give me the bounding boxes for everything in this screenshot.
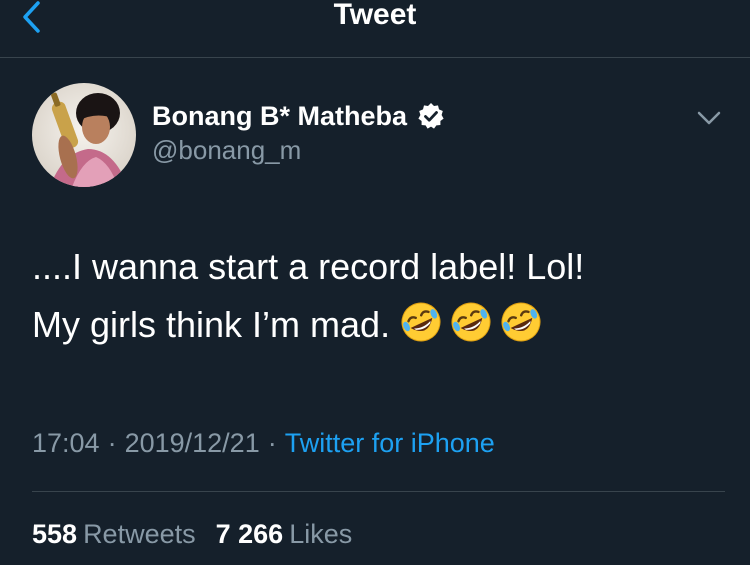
rolling-on-floor-laughing-emoji — [401, 302, 441, 342]
author-name-row[interactable]: Bonang B* Matheba — [152, 99, 445, 133]
tweet-date: 2019/12/21 — [124, 428, 260, 458]
retweets-label: Retweets — [83, 519, 196, 549]
nav-bar: Tweet — [0, 0, 750, 58]
tweet-text-line-2-text: My girls think I’m mad. — [32, 304, 391, 345]
page-title: Tweet — [333, 0, 417, 31]
rolling-on-floor-laughing-emoji — [501, 302, 541, 342]
rolling-on-floor-laughing-emoji — [451, 302, 491, 342]
divider — [32, 491, 725, 492]
verified-badge-icon — [418, 103, 444, 129]
likes-stat[interactable]: 7 266 Likes — [216, 519, 353, 550]
author-handle[interactable]: @bonang_m — [152, 135, 301, 166]
tweet-text-line-2: My girls think I’m mad. — [32, 296, 722, 354]
likes-label: Likes — [289, 519, 353, 549]
avatar-photo — [32, 83, 136, 187]
more-options-button[interactable] — [694, 104, 724, 130]
emoji-group — [400, 301, 542, 343]
retweets-count: 558 — [32, 519, 78, 549]
author-name[interactable]: Bonang B* Matheba — [152, 101, 407, 132]
chevron-down-icon — [697, 111, 721, 125]
tweet-source-link[interactable]: Twitter for iPhone — [285, 428, 495, 458]
tweet-text: ....I wanna start a record label! Lol! M… — [32, 238, 722, 354]
likes-count: 7 266 — [215, 519, 284, 549]
tweet-meta: 17:04 · 2019/12/21 · Twitter for iPhone — [32, 428, 495, 459]
tweet-time: 17:04 — [32, 428, 100, 458]
tweet-stats: 558 Retweets 7 266 Likes — [32, 519, 372, 550]
avatar[interactable] — [32, 83, 136, 187]
meta-separator: · — [267, 428, 277, 458]
retweets-stat[interactable]: 558 Retweets — [32, 519, 196, 550]
meta-separator: · — [107, 428, 117, 458]
tweet-detail-screen: Tweet Bonang B* Matheba @bonang_m ....I … — [0, 0, 750, 565]
tweet-text-line-1: ....I wanna start a record label! Lol! — [32, 246, 585, 287]
